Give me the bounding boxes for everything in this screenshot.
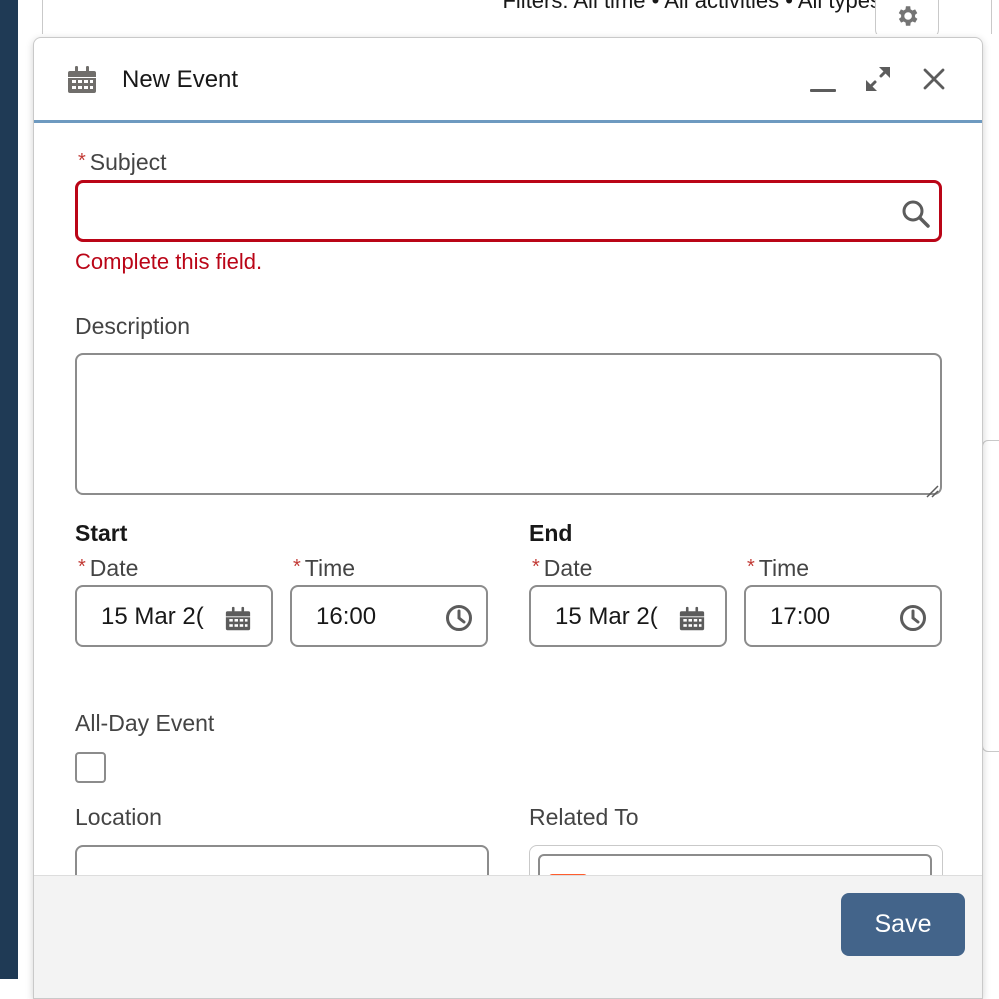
related-to-label: Related To bbox=[529, 804, 639, 830]
close-button[interactable] bbox=[917, 64, 951, 98]
start-date-value: 15 Mar 2( bbox=[101, 603, 204, 630]
end-time-input[interactable]: 17:00 bbox=[744, 585, 942, 647]
expand-icon bbox=[863, 64, 893, 99]
modal-title: New Event bbox=[122, 66, 239, 93]
description-textarea[interactable] bbox=[75, 353, 942, 498]
minimize-button[interactable] bbox=[806, 64, 840, 98]
background-side-panel bbox=[982, 440, 999, 752]
resize-handle-icon[interactable] bbox=[925, 477, 939, 505]
end-date-input[interactable]: 15 Mar 2( bbox=[529, 585, 727, 647]
search-icon bbox=[901, 199, 931, 236]
subject-error: Complete this field. bbox=[75, 249, 263, 274]
end-heading: End bbox=[529, 520, 573, 546]
save-button[interactable]: Save bbox=[841, 893, 965, 956]
subject-input[interactable] bbox=[75, 180, 942, 242]
modal-header: New Event bbox=[34, 38, 982, 123]
new-event-modal: New Event * Subject Complete this field.… bbox=[33, 37, 983, 999]
subject-label: * Subject bbox=[78, 149, 167, 175]
location-label: Location bbox=[75, 804, 162, 830]
start-time-input[interactable]: 16:00 bbox=[290, 585, 488, 647]
required-marker: * bbox=[78, 150, 86, 172]
clock-icon[interactable] bbox=[899, 604, 927, 639]
required-marker: * bbox=[78, 556, 86, 578]
end-date-label: * Date bbox=[532, 555, 593, 581]
required-marker: * bbox=[747, 556, 755, 578]
start-date-label: * Date bbox=[78, 555, 139, 581]
calendar-icon[interactable] bbox=[679, 606, 705, 639]
calendar-icon[interactable] bbox=[225, 606, 251, 639]
start-time-label: * Time bbox=[293, 555, 356, 581]
expand-button[interactable] bbox=[861, 64, 895, 98]
clock-icon[interactable] bbox=[445, 604, 473, 639]
modal-footer: Save bbox=[34, 875, 982, 998]
calendar-icon bbox=[67, 65, 97, 100]
settings-button[interactable] bbox=[875, 0, 939, 34]
all-day-label: All-Day Event bbox=[75, 710, 215, 736]
start-time-value: 16:00 bbox=[316, 603, 377, 630]
end-time-label: * Time bbox=[747, 555, 810, 581]
background-app-sidebar bbox=[0, 0, 18, 979]
start-heading: Start bbox=[75, 520, 128, 546]
filters-text: Filters: All time • All activities • All… bbox=[502, 0, 881, 13]
minimize-icon bbox=[809, 65, 837, 98]
end-date-value: 15 Mar 2( bbox=[555, 603, 658, 630]
gear-icon bbox=[894, 3, 920, 34]
description-label: Description bbox=[75, 313, 191, 339]
required-marker: * bbox=[532, 556, 540, 578]
all-day-checkbox[interactable] bbox=[75, 752, 106, 783]
activity-filter-bar: Filters: All time • All activities • All… bbox=[42, 0, 992, 34]
required-marker: * bbox=[293, 556, 301, 578]
close-icon bbox=[922, 67, 946, 96]
end-time-value: 17:00 bbox=[770, 603, 831, 630]
start-date-input[interactable]: 15 Mar 2( bbox=[75, 585, 273, 647]
